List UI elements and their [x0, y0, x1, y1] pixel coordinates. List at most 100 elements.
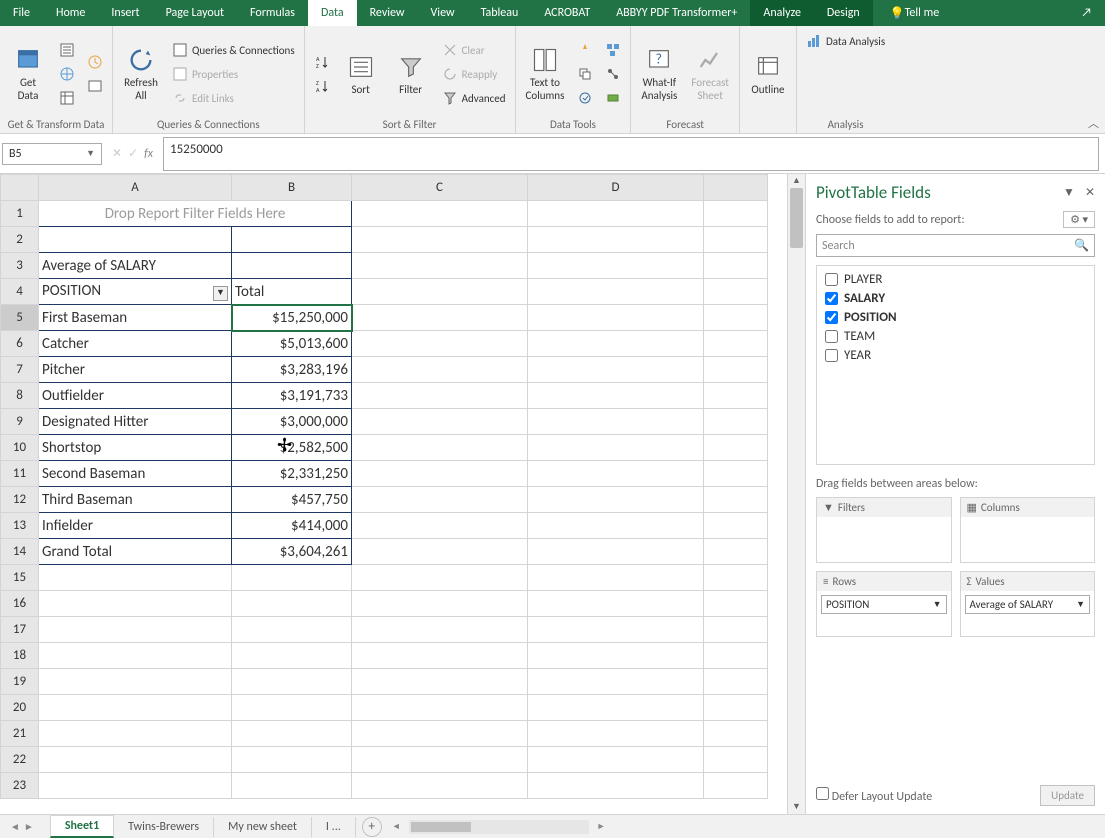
cell[interactable]: Infielder: [39, 513, 232, 539]
enter-icon[interactable]: ✓: [128, 146, 138, 161]
chevron-down-icon[interactable]: ▼: [1076, 599, 1085, 610]
sort-za-button[interactable]: ZA: [311, 75, 333, 97]
horizontal-scrollbar[interactable]: [409, 820, 589, 834]
row-header[interactable]: 9: [1, 409, 39, 435]
row-header[interactable]: 18: [1, 643, 39, 669]
tab-home[interactable]: Home: [43, 0, 98, 26]
row-header[interactable]: 13: [1, 513, 39, 539]
col-header-c[interactable]: C: [352, 175, 528, 201]
sheet-tab[interactable]: I ...: [312, 817, 356, 837]
drop-filter-zone[interactable]: Drop Report Filter Fields Here: [39, 201, 352, 227]
cell[interactable]: $414,000: [232, 513, 352, 539]
row-header[interactable]: 20: [1, 695, 39, 721]
row-header[interactable]: 16: [1, 591, 39, 617]
chevron-down-icon[interactable]: ▼: [933, 599, 942, 610]
share-icon[interactable]: ↗: [1068, 0, 1105, 26]
collapse-ribbon-icon[interactable]: ︿: [1088, 115, 1099, 131]
cell[interactable]: First Baseman: [39, 305, 232, 331]
row-header[interactable]: 14: [1, 539, 39, 565]
row-header[interactable]: 8: [1, 383, 39, 409]
cell[interactable]: POSITION▼: [39, 279, 232, 305]
tab-data[interactable]: Data: [308, 0, 357, 26]
queries-connections-button[interactable]: Queries & Connections: [169, 39, 298, 61]
field-item[interactable]: POSITION: [821, 308, 1090, 327]
tab-page-layout[interactable]: Page Layout: [153, 0, 237, 26]
tab-insert[interactable]: Insert: [98, 0, 152, 26]
cell[interactable]: $5,013,600: [232, 331, 352, 357]
cell[interactable]: Grand Total: [39, 539, 232, 565]
field-checkbox[interactable]: [825, 330, 838, 343]
clear-button[interactable]: Clear: [439, 39, 509, 61]
row-header[interactable]: 19: [1, 669, 39, 695]
row-header[interactable]: 23: [1, 773, 39, 799]
rows-area[interactable]: ≡Rows POSITION▼: [816, 571, 952, 637]
cell[interactable]: Pitcher: [39, 357, 232, 383]
tab-design[interactable]: Design: [814, 0, 873, 26]
properties-button[interactable]: Properties: [169, 63, 298, 85]
field-checkbox[interactable]: [825, 311, 838, 324]
gear-icon[interactable]: ⚙ ▾: [1063, 211, 1095, 228]
tab-view[interactable]: View: [418, 0, 468, 26]
sheet-nav-prev-icon[interactable]: ◄: [10, 820, 20, 833]
consolidate-button[interactable]: [602, 39, 624, 61]
pane-close-icon[interactable]: ✕: [1085, 185, 1095, 200]
col-header-a[interactable]: A: [39, 175, 232, 201]
from-table-button[interactable]: [56, 87, 78, 109]
cell[interactable]: $3,000,000: [232, 409, 352, 435]
scroll-thumb[interactable]: [790, 188, 803, 248]
what-if-button[interactable]: ? What-If Analysis: [637, 30, 681, 118]
filter-button[interactable]: Filter: [389, 30, 433, 118]
edit-links-button[interactable]: Edit Links: [169, 87, 298, 109]
cell[interactable]: $457,750: [232, 487, 352, 513]
cell[interactable]: Total: [232, 279, 352, 305]
cell[interactable]: Designated Hitter: [39, 409, 232, 435]
row-header[interactable]: 3: [1, 253, 39, 279]
row-header[interactable]: 4: [1, 279, 39, 305]
data-validation-button[interactable]: [574, 87, 596, 109]
tab-abbyy[interactable]: ABBYY PDF Transformer+: [603, 0, 750, 26]
add-sheet-button[interactable]: +: [362, 817, 382, 837]
row-header[interactable]: 22: [1, 747, 39, 773]
defer-update-checkbox[interactable]: Defer Layout Update: [816, 787, 932, 804]
cell-selected[interactable]: $15,250,000: [232, 305, 352, 331]
field-item[interactable]: SALARY: [821, 289, 1090, 308]
cell[interactable]: Shortstop: [39, 435, 232, 461]
sheet-tab[interactable]: My new sheet: [214, 817, 312, 837]
cell[interactable]: Second Baseman: [39, 461, 232, 487]
field-checkbox[interactable]: [825, 273, 838, 286]
flash-fill-button[interactable]: [574, 39, 596, 61]
scroll-up-icon[interactable]: ▲: [788, 174, 805, 188]
name-box[interactable]: B5▼: [2, 143, 102, 165]
cancel-icon[interactable]: ✕: [112, 146, 122, 161]
pane-dropdown-icon[interactable]: ▼: [1063, 185, 1075, 200]
row-header[interactable]: 12: [1, 487, 39, 513]
tab-review[interactable]: Review: [357, 0, 418, 26]
values-area[interactable]: ΣValues Average of SALARY▼: [960, 571, 1096, 637]
sheet-tab[interactable]: Twins-Brewers: [114, 817, 214, 837]
tab-acrobat[interactable]: ACROBAT: [531, 0, 603, 26]
columns-area[interactable]: ▦Columns: [960, 497, 1096, 563]
row-header[interactable]: 17: [1, 617, 39, 643]
relationships-button[interactable]: [602, 63, 624, 85]
row-header[interactable]: 10: [1, 435, 39, 461]
cell[interactable]: $2,331,250: [232, 461, 352, 487]
worksheet-grid[interactable]: A B C D 1Drop Report Filter Fields Here …: [0, 174, 787, 814]
tab-formulas[interactable]: Formulas: [237, 0, 308, 26]
text-to-columns-button[interactable]: Text to Columns: [522, 30, 569, 118]
cell[interactable]: Catcher: [39, 331, 232, 357]
row-header[interactable]: 1: [1, 201, 39, 227]
col-header-d[interactable]: D: [528, 175, 704, 201]
advanced-button[interactable]: Advanced: [439, 87, 509, 109]
cell[interactable]: Outfielder: [39, 383, 232, 409]
vertical-scrollbar[interactable]: ▲ ▼: [787, 174, 805, 814]
cell[interactable]: Average of SALARY: [39, 253, 232, 279]
row-header[interactable]: 21: [1, 721, 39, 747]
reapply-button[interactable]: Reapply: [439, 63, 509, 85]
sheet-nav-next-icon[interactable]: ►: [24, 820, 34, 833]
cell[interactable]: Third Baseman: [39, 487, 232, 513]
hscroll-left-icon[interactable]: ◄: [392, 821, 401, 832]
refresh-all-button[interactable]: Refresh All: [119, 30, 163, 118]
sort-az-button[interactable]: AZ: [311, 51, 333, 73]
field-item[interactable]: YEAR: [821, 346, 1090, 365]
forecast-sheet-button[interactable]: Forecast Sheet: [687, 30, 733, 118]
